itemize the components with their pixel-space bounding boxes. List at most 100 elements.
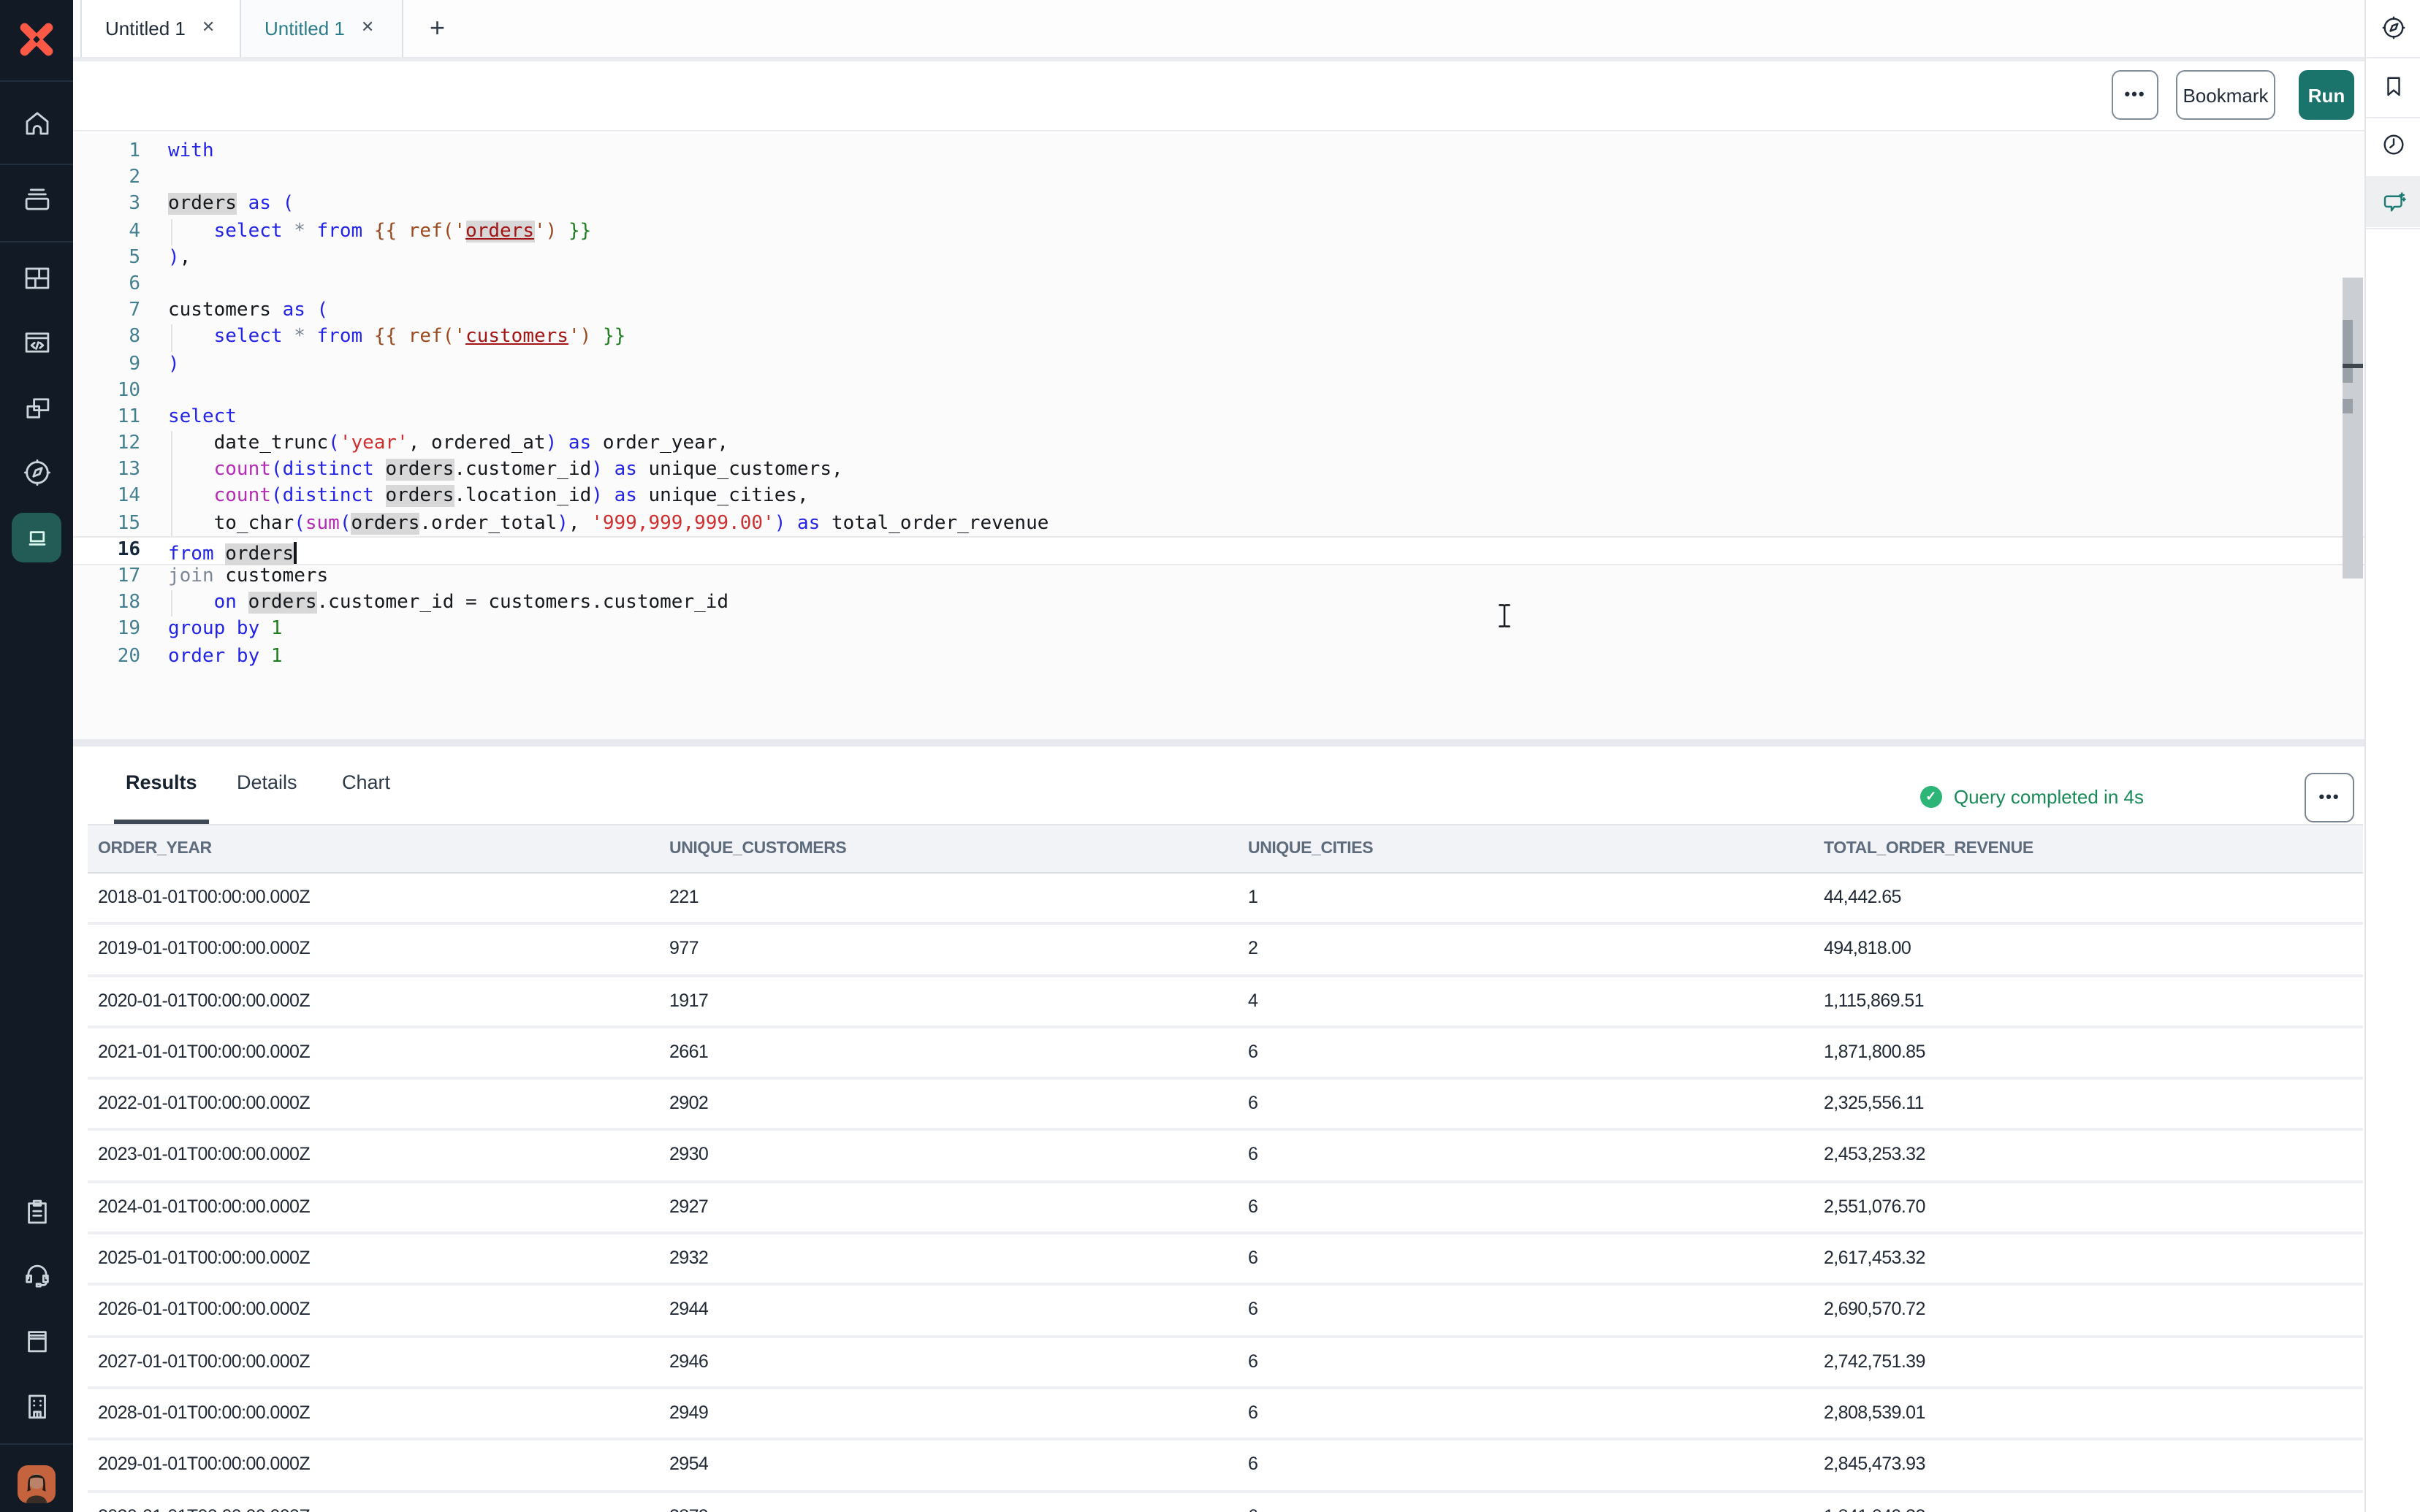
code-line-6[interactable]: 6: [73, 272, 2364, 298]
table-row[interactable]: 2026-01-01T00:00:00.000Z294462,690,570.7…: [88, 1286, 2363, 1338]
table-cell[interactable]: 2021-01-01T00:00:00.000Z: [98, 1028, 310, 1077]
table-cell[interactable]: 2,845,473.93: [1824, 1441, 1925, 1490]
table-row[interactable]: 2022-01-01T00:00:00.000Z 2902 6 2,325,556.1…: [88, 1080, 2363, 1131]
table-cell[interactable]: 6: [1248, 1080, 1257, 1129]
table-row[interactable]: 2027-01-01T00:00:00.000Z 2946 6 2,742,751.3…: [88, 1337, 2363, 1389]
table-cell[interactable]: 977: [669, 925, 699, 974]
column-header-order_year[interactable]: ORDER_YEAR: [98, 825, 212, 872]
table-row[interactable]: 2028-01-01T00:00:00.000Z 2949 6 2,808,539.0…: [88, 1389, 2363, 1441]
table-cell[interactable]: 2030-01-01T00:00:00.000Z: [98, 1492, 310, 1512]
code-line-19[interactable]: 19group by 1: [73, 617, 2364, 644]
close-icon[interactable]: ✕: [199, 18, 218, 39]
right-sidebar-item-bookmark-icon[interactable]: [2366, 61, 2420, 110]
right-sidebar-item-clock-icon[interactable]: [2366, 119, 2420, 169]
code-line-12[interactable]: 12 date_trunc('year', ordered_at) as ord…: [73, 431, 2364, 457]
table-cell[interactable]: 1,115,869.51: [1824, 977, 1924, 1026]
table-cell[interactable]: 2,617,453.32: [1824, 1234, 1925, 1283]
code-line-1[interactable]: 1with: [73, 139, 2364, 165]
table-cell[interactable]: 2027-01-01T00:00:00.000Z: [98, 1337, 310, 1386]
hex-logo-icon[interactable]: [18, 20, 56, 58]
table-cell[interactable]: 2018-01-01T00:00:00.000Z: [98, 874, 310, 923]
user-avatar[interactable]: [18, 1465, 56, 1503]
sidebar-item-compass-icon[interactable]: [12, 448, 61, 497]
table-cell[interactable]: 2026-01-01T00:00:00.000Z: [98, 1286, 310, 1335]
table-cell[interactable]: 6: [1248, 1183, 1257, 1232]
sidebar-item-building-icon[interactable]: [12, 1381, 61, 1430]
code-line-4[interactable]: 4 select * from {{ ref('orders') }}: [73, 218, 2364, 245]
sidebar-item-home-icon[interactable]: [12, 98, 61, 148]
table-cell[interactable]: 6: [1248, 1234, 1257, 1283]
more-options-button[interactable]: •••: [2112, 70, 2158, 120]
table-cell[interactable]: 6: [1248, 1389, 1257, 1438]
table-cell[interactable]: 2,551,076.70: [1824, 1183, 1925, 1232]
table-cell[interactable]: 221: [669, 874, 699, 923]
table-cell[interactable]: 2024-01-01T00:00:00.000Z: [98, 1183, 310, 1232]
sidebar-item-book-icon[interactable]: [12, 1315, 61, 1364]
sidebar-item-clipboard-icon[interactable]: [12, 1186, 61, 1236]
code-line-15[interactable]: 15 to_char(sum(orders.order_total), '999…: [73, 511, 2364, 537]
table-cell[interactable]: 2019-01-01T00:00:00.000Z: [98, 925, 310, 974]
code-line-9[interactable]: 9): [73, 351, 2364, 378]
table-row[interactable]: 2029-01-01T00:00:00.000Z 2954 6 2,845,473.9…: [88, 1441, 2363, 1493]
tab-details[interactable]: Details: [225, 747, 309, 820]
table-cell[interactable]: 2949: [669, 1389, 708, 1438]
table-cell[interactable]: 1917: [669, 977, 708, 1026]
tab-untitled-1[interactable]: Untitled 1 ✕: [80, 0, 241, 57]
table-cell[interactable]: 494,818.00: [1824, 925, 1911, 974]
table-row[interactable]: 2024-01-01T00:00:00.000Z292762,551,076.7…: [88, 1183, 2363, 1235]
table-cell[interactable]: 2930: [669, 1131, 708, 1180]
sidebar-item-windows-overlap-icon[interactable]: [12, 383, 61, 432]
right-sidebar-item-ai-chat-sparkle-icon[interactable]: [2366, 176, 2420, 227]
code-line-10[interactable]: 10: [73, 378, 2364, 404]
table-cell[interactable]: 1,871,800.85: [1824, 1028, 1925, 1077]
table-cell[interactable]: 1,841,049.32: [1824, 1492, 1925, 1512]
table-row[interactable]: 2025-01-01T00:00:00.000Z 2932 6 2,617,453.3…: [88, 1234, 2363, 1286]
table-cell[interactable]: 6: [1248, 1441, 1257, 1490]
code-line-18[interactable]: 18 on orders.customer_id = customers.cus…: [73, 590, 2364, 616]
table-cell[interactable]: 4: [1248, 977, 1257, 1026]
code-line-5[interactable]: 5),: [73, 245, 2364, 272]
table-cell[interactable]: 6: [1248, 1337, 1257, 1386]
table-cell[interactable]: 2,325,556.11: [1824, 1080, 1924, 1129]
table-cell[interactable]: 2661: [669, 1028, 708, 1077]
code-line-2[interactable]: 2: [73, 165, 2364, 191]
sql-editor[interactable]: 1with23orders as (4 select * from {{ ref…: [73, 133, 2364, 739]
table-cell[interactable]: 2932: [669, 1234, 708, 1283]
table-cell[interactable]: 2902: [669, 1080, 708, 1129]
table-cell[interactable]: 2954: [669, 1441, 708, 1490]
code-line-17[interactable]: 17join customers: [73, 564, 2364, 590]
table-cell[interactable]: 2,808,539.01: [1824, 1389, 1925, 1438]
table-cell[interactable]: 2028-01-01T00:00:00.000Z: [98, 1389, 310, 1438]
table-cell[interactable]: 2029-01-01T00:00:00.000Z: [98, 1441, 310, 1490]
sidebar-item-dashboard-grid-icon[interactable]: [12, 253, 61, 302]
table-cell[interactable]: 6: [1248, 1131, 1257, 1180]
tab-untitled-2[interactable]: Untitled 1 ✕: [241, 0, 403, 57]
column-header-unique_cities[interactable]: UNIQUE_CITIES: [1248, 825, 1373, 872]
table-cell[interactable]: 2,453,253.32: [1824, 1131, 1925, 1180]
table-cell[interactable]: 2020-01-01T00:00:00.000Z: [98, 977, 310, 1026]
code-line-7[interactable]: 7customers as (: [73, 298, 2364, 324]
bookmark-button[interactable]: Bookmark: [2176, 70, 2275, 120]
run-button[interactable]: Run: [2299, 70, 2354, 120]
table-cell[interactable]: 2946: [669, 1337, 708, 1386]
table-cell[interactable]: 2023-01-01T00:00:00.000Z: [98, 1131, 310, 1180]
table-cell[interactable]: 1: [1248, 874, 1257, 923]
table-cell[interactable]: 44,442.65: [1824, 874, 1901, 923]
code-line-14[interactable]: 14 count(distinct orders.location_id) as…: [73, 484, 2364, 511]
sidebar-item-laptop-icon[interactable]: [12, 513, 61, 562]
code-line-11[interactable]: 11select: [73, 405, 2364, 431]
close-icon[interactable]: ✕: [358, 18, 377, 39]
table-cell[interactable]: 2944: [669, 1286, 708, 1335]
table-row[interactable]: 2020-01-01T00:00:00.000Z 1917 4 1,115,869.5…: [88, 977, 2363, 1028]
table-cell[interactable]: 2022-01-01T00:00:00.000Z: [98, 1080, 310, 1129]
table-cell[interactable]: 2025-01-01T00:00:00.000Z: [98, 1234, 310, 1283]
panel-resize-divider[interactable]: [73, 739, 2364, 747]
table-cell[interactable]: 6: [1248, 1492, 1257, 1512]
code-line-3[interactable]: 3orders as (: [73, 192, 2364, 218]
table-cell[interactable]: 2,742,751.39: [1824, 1337, 1925, 1386]
table-row[interactable]: 2023-01-01T00:00:00.000Z 2930 6 2,453,253.3…: [88, 1131, 2363, 1183]
table-cell[interactable]: 2: [1248, 925, 1257, 974]
code-line-16[interactable]: 16from orders: [73, 536, 2364, 565]
tab-results[interactable]: Results: [114, 747, 209, 824]
table-cell[interactable]: 2,690,570.72: [1824, 1286, 1925, 1335]
